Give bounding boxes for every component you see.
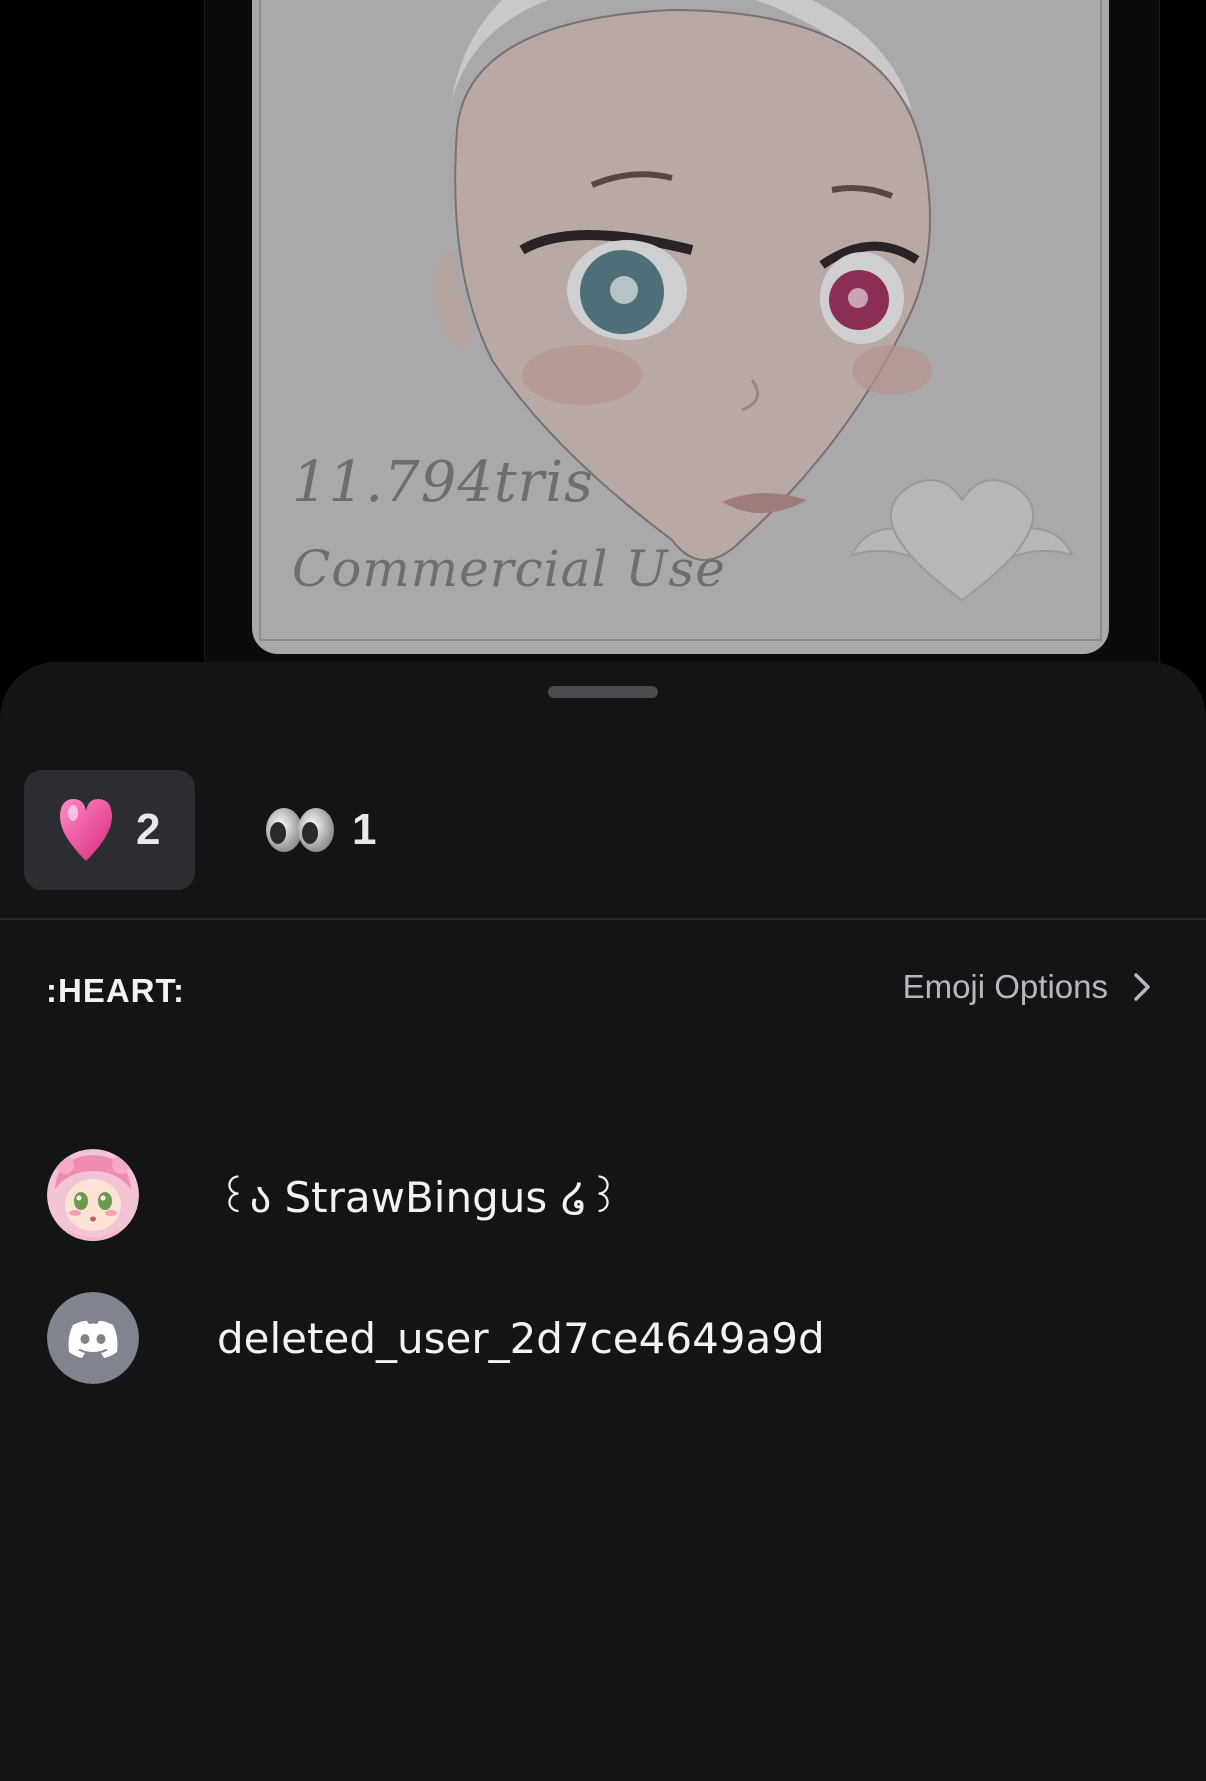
reaction-heart-tab[interactable]: 2 (24, 770, 195, 890)
emoji-options-label: Emoji Options (902, 968, 1108, 1005)
chevron-right-icon (1134, 973, 1150, 1001)
emoji-name-label: :HEART: (46, 972, 185, 1009)
heart-emoji-icon (60, 799, 112, 861)
sheet-drag-handle[interactable] (548, 686, 658, 698)
watermark-tris: 11.794tris (292, 450, 594, 515)
user-name: deleted_user_2d7ce4649a9d (217, 1313, 825, 1363)
reaction-eyes-count: 1 (352, 805, 377, 854)
user-name: ꒰ა StrawBingus ໒꒱ (217, 1172, 621, 1222)
watermark-commercial-use: Commercial Use (292, 540, 726, 598)
reaction-heart-count: 2 (136, 805, 161, 854)
reaction-eyes-tab[interactable]: 1 (250, 770, 400, 890)
user-avatar-icon (47, 1149, 139, 1241)
divider (0, 918, 1206, 920)
discord-default-avatar-icon (47, 1292, 139, 1384)
eyes-emoji-icon (266, 808, 334, 852)
reaction-user-row[interactable]: deleted_user_2d7ce4649a9d (0, 1288, 1206, 1388)
image-preview: 11.794tris Commercial Use (252, 0, 1109, 654)
reaction-user-row[interactable]: ꒰ა StrawBingus ໒꒱ (0, 1145, 1206, 1245)
emoji-options-button[interactable]: Emoji Options (903, 968, 1152, 1006)
